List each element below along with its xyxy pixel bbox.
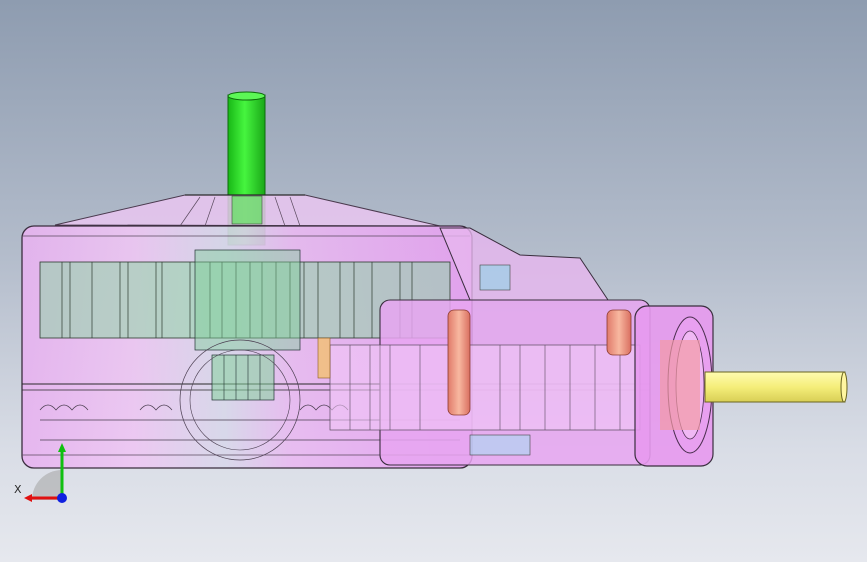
end-cap[interactable] <box>634 305 714 467</box>
horizontal-shaft[interactable] <box>704 371 848 403</box>
cad-viewport[interactable] <box>0 0 867 562</box>
triad-x-label: X <box>14 483 22 496</box>
top-cover[interactable] <box>54 194 441 227</box>
